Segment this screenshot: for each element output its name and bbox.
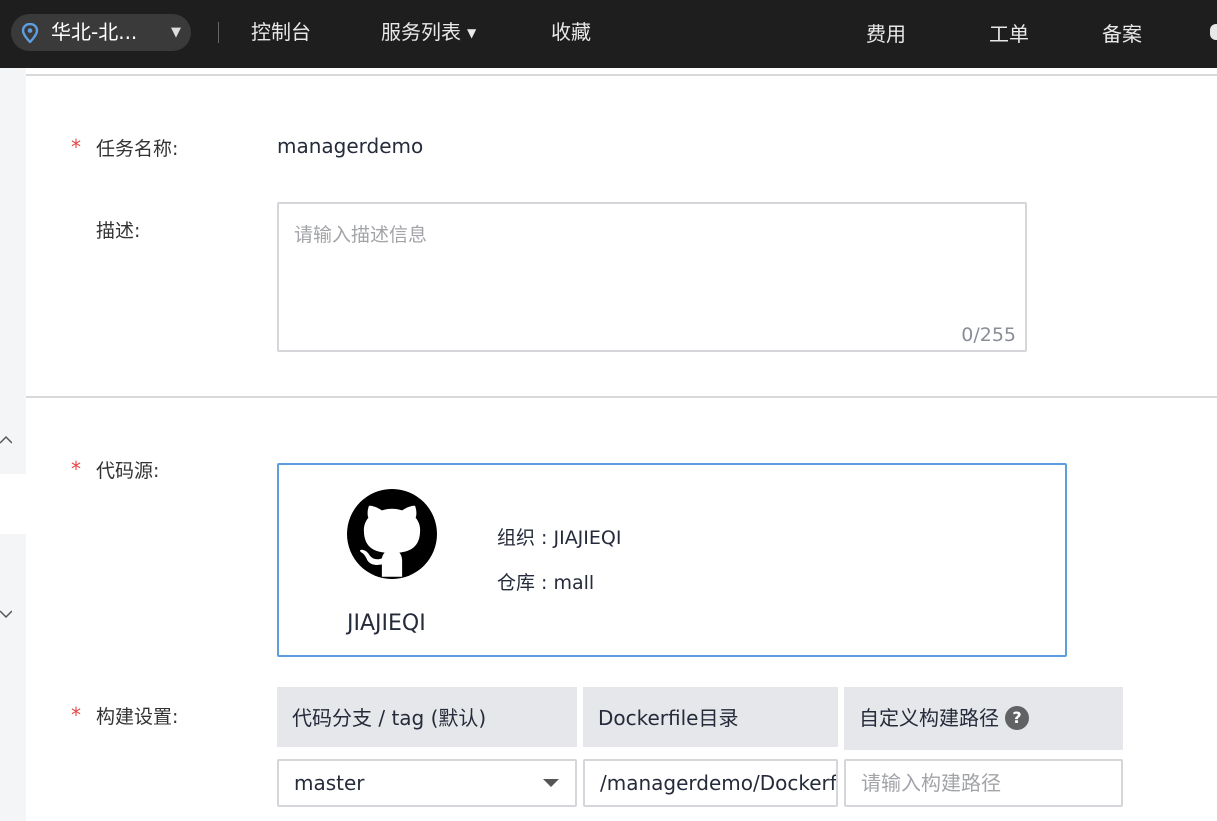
branch-select[interactable]: master xyxy=(277,759,577,807)
region-label: 华北-北... xyxy=(51,20,138,44)
nav-console[interactable]: 控制台 xyxy=(251,0,311,68)
chevron-down-icon[interactable] xyxy=(0,608,12,620)
dockerfile-path-value: /managerdemo/Dockerfile xyxy=(600,771,838,795)
help-icon[interactable]: ? xyxy=(1005,706,1029,730)
nav-tickets[interactable]: 工单 xyxy=(989,0,1029,68)
nav-service-list[interactable]: 服务列表 ▼ xyxy=(381,0,476,68)
left-gutter xyxy=(0,68,26,821)
divider xyxy=(26,74,1217,76)
required-marker: * xyxy=(71,703,81,727)
task-name-value: managerdemo xyxy=(277,134,424,158)
caret-down-icon xyxy=(543,779,559,787)
location-pin-icon xyxy=(21,23,39,43)
account-name: JIAJIEQI xyxy=(347,611,426,636)
column-header-custom-path: 自定义构建路径? xyxy=(844,687,1123,750)
gutter-gap xyxy=(0,474,26,534)
chevron-up-icon[interactable] xyxy=(0,434,12,446)
user-icon[interactable] xyxy=(1210,24,1217,40)
caret-down-icon: ▼ xyxy=(171,25,181,40)
required-marker: * xyxy=(71,135,81,159)
custom-build-path-placeholder: 请输入构建路径 xyxy=(861,771,1001,795)
code-source-card[interactable]: JIAJIEQI 组织 : JIAJIEQI 仓库 : mall xyxy=(277,463,1067,657)
custom-path-header-label: 自定义构建路径 xyxy=(859,706,999,730)
nav-favorites[interactable]: 收藏 xyxy=(551,0,591,68)
column-header-branch: 代码分支 / tag (默认) xyxy=(277,687,577,747)
column-header-dockerfile: Dockerfile目录 xyxy=(583,687,838,747)
nav-billing[interactable]: 费用 xyxy=(866,0,906,68)
repository-text: 仓库 : mall xyxy=(497,572,595,594)
description-label: 描述: xyxy=(96,220,141,242)
top-navbar: 华北-北... ▼ 控制台 服务列表 ▼ 收藏 费用 工单 备案 xyxy=(0,0,1217,68)
organization-text: 组织 : JIAJIEQI xyxy=(497,527,622,549)
divider xyxy=(26,396,1217,398)
description-placeholder: 请输入描述信息 xyxy=(294,224,428,246)
code-source-label: 代码源: xyxy=(96,460,160,482)
description-textarea[interactable]: 请输入描述信息 0/255 xyxy=(277,202,1027,352)
custom-build-path-input[interactable]: 请输入构建路径 xyxy=(844,759,1123,807)
required-marker: * xyxy=(71,457,81,481)
caret-down-icon: ▼ xyxy=(467,26,477,40)
divider xyxy=(218,22,219,43)
nav-service-list-label: 服务列表 xyxy=(381,20,461,44)
nav-filing[interactable]: 备案 xyxy=(1102,0,1142,68)
github-icon xyxy=(347,489,437,579)
char-counter: 0/255 xyxy=(961,324,1016,346)
region-selector[interactable]: 华北-北... ▼ xyxy=(11,14,191,51)
task-name-label: 任务名称: xyxy=(96,138,179,160)
dockerfile-path-input[interactable]: /managerdemo/Dockerfile xyxy=(583,759,838,807)
branch-select-value: master xyxy=(294,771,365,795)
build-settings-label: 构建设置: xyxy=(96,706,179,728)
